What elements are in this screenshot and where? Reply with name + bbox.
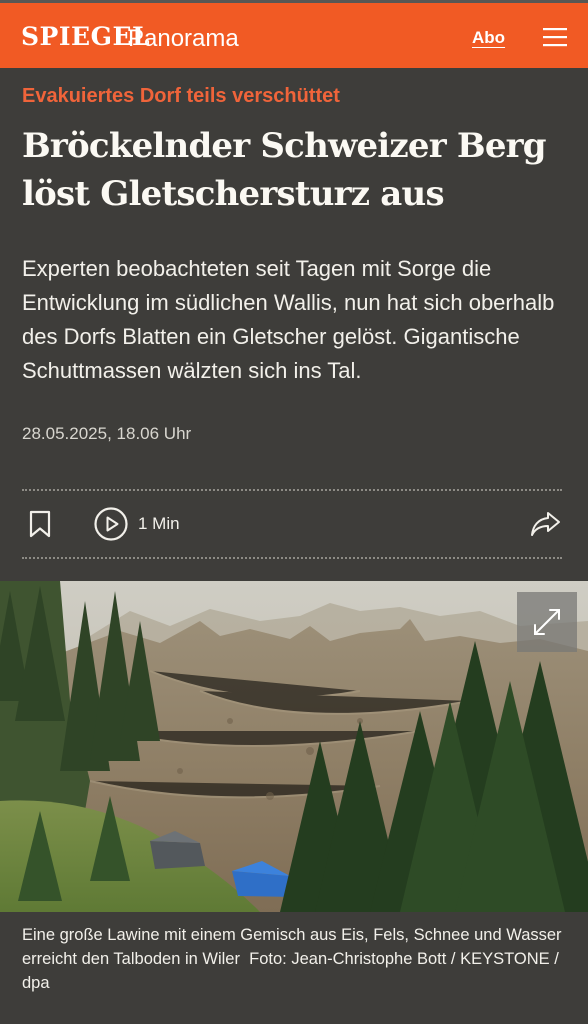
divider-top bbox=[22, 489, 562, 491]
headline-line-2: löst Gletschersturz aus bbox=[22, 174, 445, 214]
hamburger-menu-icon[interactable] bbox=[543, 27, 567, 47]
photo-caption: Eine große Lawine mit einem Gemisch aus … bbox=[22, 923, 570, 995]
headline-line-1: Bröckelnder Schweizer Berg bbox=[22, 126, 547, 166]
site-header: SPIEGEL Panorama Abo bbox=[0, 3, 588, 68]
bookmark-icon[interactable] bbox=[29, 510, 51, 538]
expand-icon[interactable] bbox=[517, 592, 577, 652]
article-kicker: Evakuiertes Dorf teils verschüttet bbox=[22, 85, 340, 107]
play-icon[interactable] bbox=[94, 507, 128, 541]
audio-duration[interactable]: 1 Min bbox=[138, 513, 180, 535]
article-headline: Bröckelnder Schweizer Berg löst Gletsche… bbox=[22, 122, 562, 218]
share-icon[interactable] bbox=[530, 509, 562, 537]
divider-bottom bbox=[22, 557, 562, 559]
publish-date: 28.05.2025, 18.06 Uhr bbox=[22, 424, 192, 443]
abo-link[interactable]: Abo bbox=[472, 27, 505, 49]
article-teaser: Experten beobachteten seit Tagen mit Sor… bbox=[22, 256, 555, 383]
landslide-photo[interactable] bbox=[0, 581, 588, 912]
section-title[interactable]: Panorama bbox=[128, 25, 239, 53]
